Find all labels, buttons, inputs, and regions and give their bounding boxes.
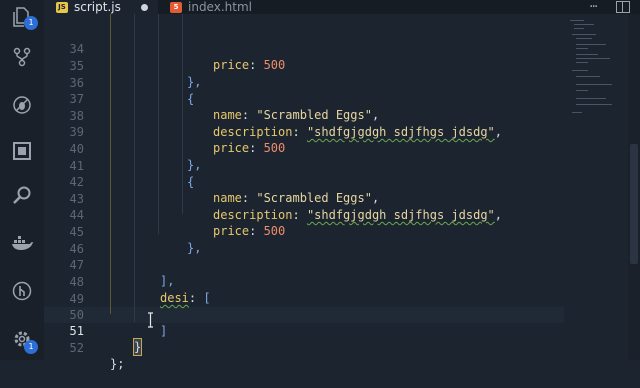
code-line: 48 desi: [ — [44, 258, 564, 305]
code-editor[interactable]: 34 price: 500 35 }, 36 { 37 name: "Scram… — [44, 14, 564, 371]
minimap[interactable] — [566, 14, 626, 124]
activity-bar: 1 1 — [0, 0, 44, 360]
tab-label: script.js — [74, 0, 121, 14]
unsaved-dot-icon[interactable] — [141, 4, 148, 11]
tab-bar: JS script.js 5 index.html ⋯ — [44, 0, 640, 14]
search-icon[interactable] — [11, 184, 33, 206]
explorer-badge: 1 — [24, 16, 38, 30]
text-cursor-icon — [147, 312, 154, 328]
tab-script-js[interactable]: JS script.js — [44, 0, 158, 14]
code-line: 34 price: 500 — [44, 25, 564, 72]
settings-badge: 1 — [24, 340, 38, 354]
tab-label: index.html — [188, 0, 252, 14]
js-file-icon: JS — [56, 1, 68, 13]
tab-index-html[interactable]: 5 index.html — [158, 0, 268, 14]
statement-close: }; — [110, 357, 125, 371]
code-line: 41 { — [44, 142, 564, 189]
matched-brace: } — [132, 338, 143, 356]
code-line: 44 price: 500 — [44, 191, 564, 238]
code-line-current: 51 } — [44, 307, 564, 356]
source-control-icon[interactable] — [11, 46, 33, 68]
docker-icon[interactable] — [11, 232, 33, 254]
code-line: 39 price: 500 — [44, 108, 564, 155]
code-line: 40 }, — [44, 125, 564, 172]
code-line: 37 name: "Scrambled Eggs", — [44, 75, 564, 122]
code-line: 52 }; — [44, 324, 564, 371]
vertical-scrollbar[interactable] — [628, 14, 640, 360]
code-line: 38 description: "shdfgjgdgh sdjfhgs jdsd… — [44, 92, 564, 139]
code-line: 46 — [44, 225, 564, 256]
more-actions-icon[interactable]: ⋯ — [590, 0, 604, 14]
scrollbar-thumb[interactable] — [630, 144, 638, 264]
code-line: 43 description: "shdfgjgdgh sdjfhgs jdsd… — [44, 175, 564, 222]
code-line: 45 }, — [44, 208, 564, 255]
html-file-icon: 5 — [170, 1, 182, 13]
code-line: 35 }, — [44, 42, 564, 89]
code-line: 47 ], — [44, 241, 564, 288]
extensions-icon[interactable] — [11, 140, 33, 162]
git-lens-icon[interactable] — [11, 280, 33, 302]
split-editor-icon[interactable] — [616, 1, 630, 13]
line-number: 52 — [69, 341, 84, 355]
code-line: 42 name: "Scrambled Eggs", — [44, 158, 564, 205]
code-line: 50 ] — [44, 291, 564, 338]
code-line: 49 — [44, 275, 564, 306]
debug-icon[interactable] — [11, 94, 33, 116]
code-line: 36 { — [44, 59, 564, 106]
